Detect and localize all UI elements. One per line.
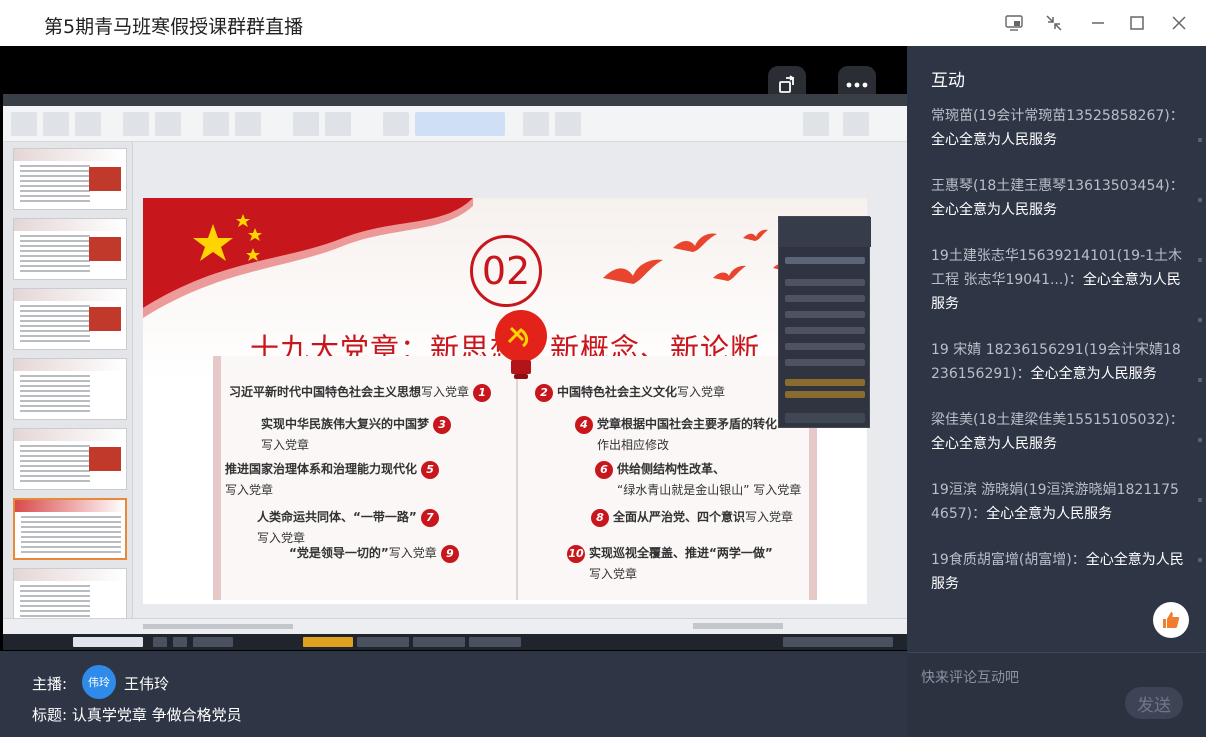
comment-input[interactable]: 快来评论互动吧 发送 — [907, 653, 1206, 737]
window-title: 第5期青马班寒假授课群群直播 — [44, 16, 304, 38]
ppt-tab-bar — [3, 94, 907, 106]
slide-thumbnail — [13, 358, 127, 420]
host-avatar[interactable]: 伟玲 — [82, 665, 116, 699]
live-stream-window: 第5期青马班寒假授课群群直播 02 习近平新时代中国特色社会主义思想写入党章 1… — [0, 0, 1206, 737]
slide-item-6: 6 供给侧结构性改革、 “绿水青山就是金山银山” 写入党章 — [595, 460, 801, 498]
slide-item-9: “党是领导一切的”写入党章 9 — [289, 544, 459, 563]
minimize-icon[interactable] — [1086, 11, 1110, 35]
close-icon[interactable] — [1167, 11, 1191, 35]
slide-item-1: 习近平新时代中国特色社会主义思想写入党章 1 — [229, 383, 492, 402]
comment-item: 19土建张志华15639214101(19-1土木工程 张志华19041...)… — [931, 248, 1183, 312]
slide-thumbnail — [13, 148, 127, 210]
slide-thumbnail — [13, 218, 127, 280]
comment-placeholder: 快来评论互动吧 — [921, 670, 1019, 686]
slide-item-5: 推进国家治理体系和治理能力现代化 5 写入党章 — [225, 460, 440, 498]
host-name: 王伟玲 — [124, 675, 170, 693]
slide-item-4: 4 党章根据中国社会主要矛盾的转化 作出相应修改 — [575, 415, 777, 453]
presentation-slide: 02 十九大党章：新思想、新概念、新论断 习近平新时代中国特色社会主义思想写入党… — [143, 198, 867, 604]
panel-title: 互动 — [931, 71, 965, 91]
screen-share-icon[interactable] — [1002, 11, 1026, 35]
shrink-icon[interactable] — [1042, 11, 1066, 35]
slide-item-8: 8 全面从严治党、四个意识写入党章 — [591, 508, 793, 527]
broadcast-info: 主播: 伟玲 王伟玲 标题: 认真学党章 争做合格党员 — [0, 651, 907, 737]
ppt-ribbon — [3, 106, 907, 142]
video-area[interactable]: 02 十九大党章：新思想、新概念、新论断 习近平新时代中国特色社会主义思想写入党… — [0, 46, 907, 651]
slide-thumbnail — [13, 428, 127, 490]
shared-chat-panel — [778, 216, 871, 428]
comment-scrollbar[interactable] — [1198, 138, 1202, 618]
thumb-up-icon[interactable] — [1153, 602, 1189, 638]
slide-thumbnail — [13, 288, 127, 350]
maximize-icon[interactable] — [1125, 11, 1149, 35]
comment-item: 19 宋婧 18236156291(19会计宋婧18236156291)：全心全… — [931, 342, 1181, 382]
comment-list[interactable]: 常琬苗(19会计常琬苗13525858267)：全心全意为人民服务 王惠琴(18… — [931, 104, 1186, 618]
shared-taskbar — [3, 634, 907, 650]
comment-item: 19食质胡富增(胡富增)：全心全意为人民服务 — [931, 552, 1184, 592]
slide-thumbnails — [3, 142, 133, 630]
slide-item-3: 实现中华民族伟大复兴的中国梦 3 写入党章 — [261, 415, 452, 453]
slide-thumbnail-active — [13, 498, 127, 560]
comment-item: 梁佳美(18土建梁佳美15515105032)：全心全意为人民服务 — [931, 412, 1184, 452]
slide-number: 02 — [470, 235, 542, 307]
host-label: 主播: — [32, 675, 68, 693]
ppt-status-bar — [3, 618, 907, 634]
slide-item-2: 2 中国特色社会主义文化写入党章 — [535, 383, 725, 402]
comment-item: 19洹滨 游晓娟(19洹滨游晓娟18211754657)：全心全意为人民服务 — [931, 482, 1179, 522]
send-button[interactable]: 发送 — [1125, 687, 1183, 719]
comment-item: 常琬苗(19会计常琬苗13525858267)：全心全意为人民服务 — [931, 108, 1184, 148]
shared-screen: 02 十九大党章：新思想、新概念、新论断 习近平新时代中国特色社会主义思想写入党… — [3, 94, 907, 650]
comment-item: 王惠琴(18土建王惠琴13613503454)：全心全意为人民服务 — [931, 178, 1184, 218]
stream-topic: 标题: 认真学党章 争做合格党员 — [32, 706, 242, 724]
flag-icon — [143, 198, 473, 318]
interaction-panel: 互动 常琬苗(19会计常琬苗13525858267)：全心全意为人民服务 王惠琴… — [907, 46, 1206, 737]
lightbulb-emblem-icon — [495, 310, 547, 379]
title-bar: 第5期青马班寒假授课群群直播 — [0, 0, 1206, 46]
slide-item-7: 人类命运共同体、“一带一路” 7 写入党章 — [257, 508, 439, 546]
slide-item-10: 10 实现巡视全覆盖、推进“两学一做” 写入党章 — [567, 545, 773, 581]
